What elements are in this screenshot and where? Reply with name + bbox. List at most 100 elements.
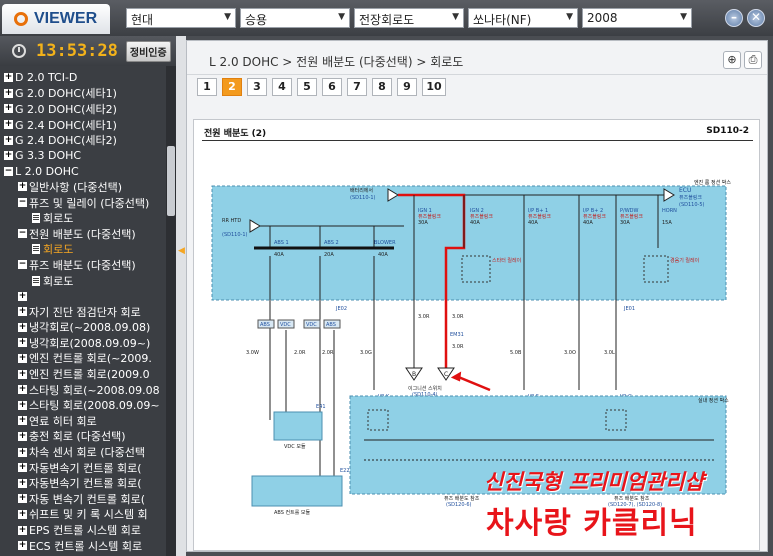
document-icon[interactable]	[32, 275, 40, 286]
tree-item[interactable]: + 자동 변속기 컨트롤 회로(	[4, 491, 164, 507]
expand-icon[interactable]: +	[18, 338, 27, 348]
tree-item[interactable]: + 엔진 컨트롤 회로(~2009.	[4, 351, 164, 367]
tree-item[interactable]: + 스타팅 회로(~2008.09.08	[4, 382, 164, 398]
document-icon[interactable]	[32, 244, 40, 255]
category-select-value: 전장회로도	[359, 13, 415, 27]
page-button-2[interactable]: 2	[222, 78, 242, 96]
close-button[interactable]: ✕	[747, 9, 765, 27]
tree-item[interactable]: + 충전 회로 (다중선택)	[4, 429, 164, 445]
year-select[interactable]: 2008 ▼	[582, 8, 692, 28]
expand-icon[interactable]: +	[18, 385, 27, 395]
tree-item-label: 일반사항 (다중선택)	[29, 180, 123, 194]
expand-icon[interactable]: +	[4, 120, 13, 130]
expand-icon[interactable]: +	[18, 322, 27, 332]
tree-item[interactable]: + 스타팅 회로(2008.09.09~	[4, 397, 164, 413]
expand-icon[interactable]: +	[18, 478, 27, 488]
page-button-6[interactable]: 6	[322, 78, 342, 96]
expand-icon[interactable]: +	[18, 463, 27, 473]
tree-item[interactable]: + G 2.0 DOHC(세타1)	[4, 86, 164, 102]
print-icon[interactable]: ⎙	[744, 51, 762, 69]
tree-item[interactable]: + 냉각회로(2008.09.09~)	[4, 335, 164, 351]
tree-item[interactable]: + G 3.3 DOHC	[4, 148, 164, 164]
tree-item[interactable]: + 냉각회로(~2008.09.08)	[4, 320, 164, 336]
expand-icon[interactable]: +	[18, 182, 27, 192]
tree-item[interactable]: + 자동변속기 컨트롤 회로(	[4, 460, 164, 476]
expand-icon[interactable]: +	[18, 541, 27, 551]
maker-select-value: 현대	[131, 13, 154, 27]
page-button-7[interactable]: 7	[347, 78, 367, 96]
expand-icon[interactable]: +	[18, 307, 27, 317]
maker-select[interactable]: 현대 ▼	[126, 8, 236, 28]
expand-icon[interactable]: +	[18, 509, 27, 519]
tree-item[interactable]: 회로도	[4, 210, 164, 226]
tree-item[interactable]: + D 2.0 TCI-D	[4, 70, 164, 86]
tree-item[interactable]: − L 2.0 DOHC	[4, 164, 164, 180]
wiring-diagram-document[interactable]: 전원 배분도 (2) SD110-2 엔진 룸 정션 박스 배터리에서 (SD1…	[193, 119, 760, 551]
expand-icon[interactable]: +	[18, 525, 27, 535]
model-select-value: 쏘나타(NF)	[473, 13, 532, 27]
panel-splitter[interactable]: ◀	[176, 36, 186, 556]
page-button-5[interactable]: 5	[297, 78, 317, 96]
tree-item[interactable]: + EPS 컨트롤 시스템 회로	[4, 522, 164, 538]
expand-icon[interactable]: +	[18, 400, 27, 410]
model-select[interactable]: 쏘나타(NF) ▼	[468, 8, 578, 28]
vdc-tag-2-text: VDC	[306, 322, 317, 328]
tree-item[interactable]: + 일반사항 (다중선택)	[4, 179, 164, 195]
collapse-arrow-icon[interactable]: ◀	[178, 246, 185, 256]
main-panel: L 2.0 DOHC > 전원 배분도 (다중선택) > 회로도 ⊕ ⎙ 123…	[186, 40, 768, 552]
tree-item[interactable]: 회로도	[4, 273, 164, 289]
sidebar-scrollbar[interactable]	[166, 66, 176, 556]
tree-item[interactable]: − 퓨즈 배분도 (다중선택)	[4, 257, 164, 273]
tree-item[interactable]: +	[4, 288, 164, 304]
collapse-icon[interactable]: −	[4, 166, 13, 176]
tree-item-label: 연료 히터 회로	[29, 414, 97, 428]
expand-icon[interactable]: +	[4, 104, 13, 114]
expand-icon[interactable]: +	[18, 431, 27, 441]
ipb2-fuse: 퓨즈블링크	[583, 213, 606, 220]
collapse-icon[interactable]: −	[18, 229, 27, 239]
tree-item[interactable]: + G 2.4 DOHC(세타2)	[4, 132, 164, 148]
tree-item[interactable]: + 자기 진단 점검단자 회로	[4, 304, 164, 320]
tree-item[interactable]: + 쉬프트 및 키 록 시스템 회	[4, 507, 164, 523]
page-button-9[interactable]: 9	[397, 78, 417, 96]
expand-icon[interactable]: +	[18, 416, 27, 426]
page-button-8[interactable]: 8	[372, 78, 392, 96]
tree-item-label: 스타팅 회로(2008.09.09~	[29, 399, 160, 413]
tree-item[interactable]: + 엔진 컨트롤 회로(2009.0	[4, 366, 164, 382]
page-button-1[interactable]: 1	[197, 78, 217, 96]
expand-icon[interactable]: +	[18, 369, 27, 379]
tree-item[interactable]: − 전원 배분도 (다중선택)	[4, 226, 164, 242]
expand-icon[interactable]: +	[4, 151, 13, 161]
tree-item[interactable]: + 차속 센서 회로 (다중선택	[4, 444, 164, 460]
tree-item[interactable]: + G 2.0 DOHC(세타2)	[4, 101, 164, 117]
page-button-4[interactable]: 4	[272, 78, 292, 96]
expand-icon[interactable]: +	[18, 494, 27, 504]
horn-relay-label: 경음기 릴레이	[670, 257, 699, 264]
expand-icon[interactable]: +	[4, 73, 13, 83]
page-button-10[interactable]: 10	[422, 78, 446, 96]
page-button-3[interactable]: 3	[247, 78, 267, 96]
tree-item[interactable]: + G 2.4 DOHC(세타1)	[4, 117, 164, 133]
tree-item[interactable]: + ECS 컨트롤 시스템 회로	[4, 538, 164, 554]
collapse-icon[interactable]: −	[18, 198, 27, 208]
collapse-icon[interactable]: −	[18, 260, 27, 270]
zoom-in-icon[interactable]: ⊕	[723, 51, 741, 69]
vdc-module-label: VDC 모듈	[284, 444, 306, 450]
tree-item[interactable]: + 연료 히터 회로	[4, 413, 164, 429]
maintenance-cert-button[interactable]: 정비인증	[125, 40, 171, 62]
expand-icon[interactable]: +	[18, 447, 27, 457]
expand-icon[interactable]: +	[4, 88, 13, 98]
tree-item-label: D 2.0 TCI-D	[15, 71, 78, 85]
expand-icon[interactable]: +	[4, 135, 13, 145]
category-select[interactable]: 전장회로도 ▼	[354, 8, 464, 28]
document-icon[interactable]	[32, 213, 40, 224]
minimize-button[interactable]: –	[725, 9, 743, 27]
tree-item[interactable]: + 자동변속기 컨트롤 회로(	[4, 475, 164, 491]
tree-item[interactable]: 회로도	[4, 242, 164, 258]
expand-icon[interactable]: +	[18, 353, 27, 363]
type-select[interactable]: 승용 ▼	[240, 8, 350, 28]
type-select-value: 승용	[245, 13, 268, 27]
tree-item[interactable]: − 퓨즈 및 릴레이 (다중선택)	[4, 195, 164, 211]
expand-icon[interactable]: +	[18, 291, 27, 301]
scrollbar-thumb[interactable]	[167, 146, 175, 216]
